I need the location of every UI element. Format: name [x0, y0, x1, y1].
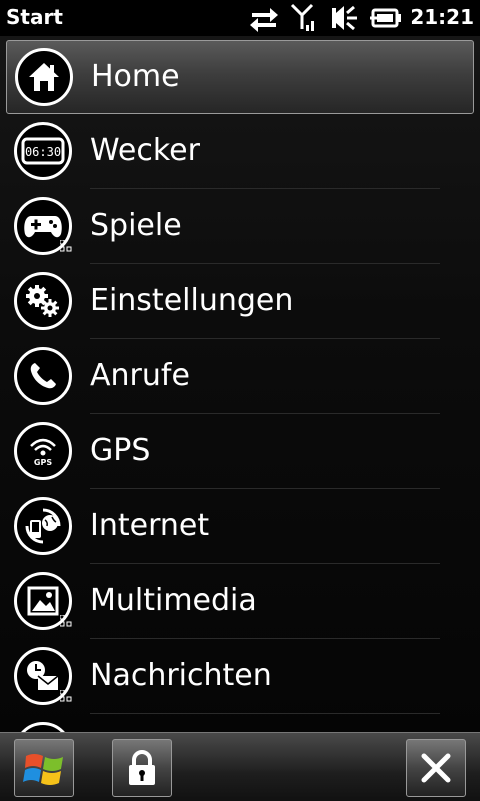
divider [90, 638, 440, 639]
menu-item-multimedia[interactable]: Multimedia [6, 565, 474, 639]
status-title[interactable]: Start [6, 5, 63, 29]
status-time[interactable]: 21:21 [410, 5, 474, 29]
menu-item-label: Home [91, 59, 180, 94]
gps-icon: GPS [14, 422, 72, 480]
divider [90, 563, 440, 564]
gears-icon [14, 272, 72, 330]
windows-start-icon [23, 754, 63, 785]
menu-item-nachrichten[interactable]: Nachrichten [6, 640, 474, 714]
menu-item-icon [14, 722, 72, 732]
menu-item-internet[interactable]: Internet [6, 490, 474, 564]
menu-item-label: GPS [90, 433, 151, 468]
menu-item-label: Anrufe [90, 358, 190, 393]
lock-icon [129, 750, 155, 785]
divider [90, 713, 440, 714]
alarm-clock-time: 06:30 [25, 145, 61, 159]
divider [90, 188, 440, 189]
signal-icon [290, 3, 314, 31]
menu-item-label: Internet [90, 508, 210, 543]
lock-button[interactable] [112, 739, 172, 797]
submenu-indicator-icon [60, 240, 72, 252]
phone-icon [14, 347, 72, 405]
menu-item-gps[interactable]: GPS GPS [6, 415, 474, 489]
menu-item-label: Einstellungen [90, 283, 294, 318]
menu-item-partial[interactable] [6, 715, 474, 732]
status-bar: Start 21:21 [0, 0, 480, 36]
battery-charging-icon [370, 8, 401, 28]
menu-item-label: Spiele [90, 208, 182, 243]
menu-item-wecker[interactable]: 06:30 Wecker [6, 115, 474, 189]
divider [90, 263, 440, 264]
divider [90, 413, 440, 414]
menu-item-home[interactable]: Home [6, 40, 474, 114]
home-icon [15, 48, 73, 106]
menu-item-label: Multimedia [90, 583, 257, 618]
menu-item-anrufe[interactable]: Anrufe [6, 340, 474, 414]
submenu-indicator-icon [60, 690, 72, 702]
alarm-clock-icon: 06:30 [14, 122, 72, 180]
menu-item-label: Wecker [90, 133, 200, 168]
start-menu-list[interactable]: Home 06:30 Wecker Spiele Einstellungen A… [0, 36, 480, 732]
gps-icon-text: GPS [34, 458, 52, 467]
close-button[interactable] [406, 739, 466, 797]
start-button[interactable] [14, 739, 74, 797]
divider [90, 488, 440, 489]
menu-item-spiele[interactable]: Spiele [6, 190, 474, 264]
bottom-toolbar [0, 732, 480, 801]
internet-icon [14, 497, 72, 555]
volume-icon [332, 5, 357, 31]
close-icon [421, 753, 451, 783]
menu-item-einstellungen[interactable]: Einstellungen [6, 265, 474, 339]
menu-item-label: Nachrichten [90, 658, 272, 693]
submenu-indicator-icon [60, 615, 72, 627]
divider [90, 338, 440, 339]
data-sync-icon [250, 8, 278, 32]
